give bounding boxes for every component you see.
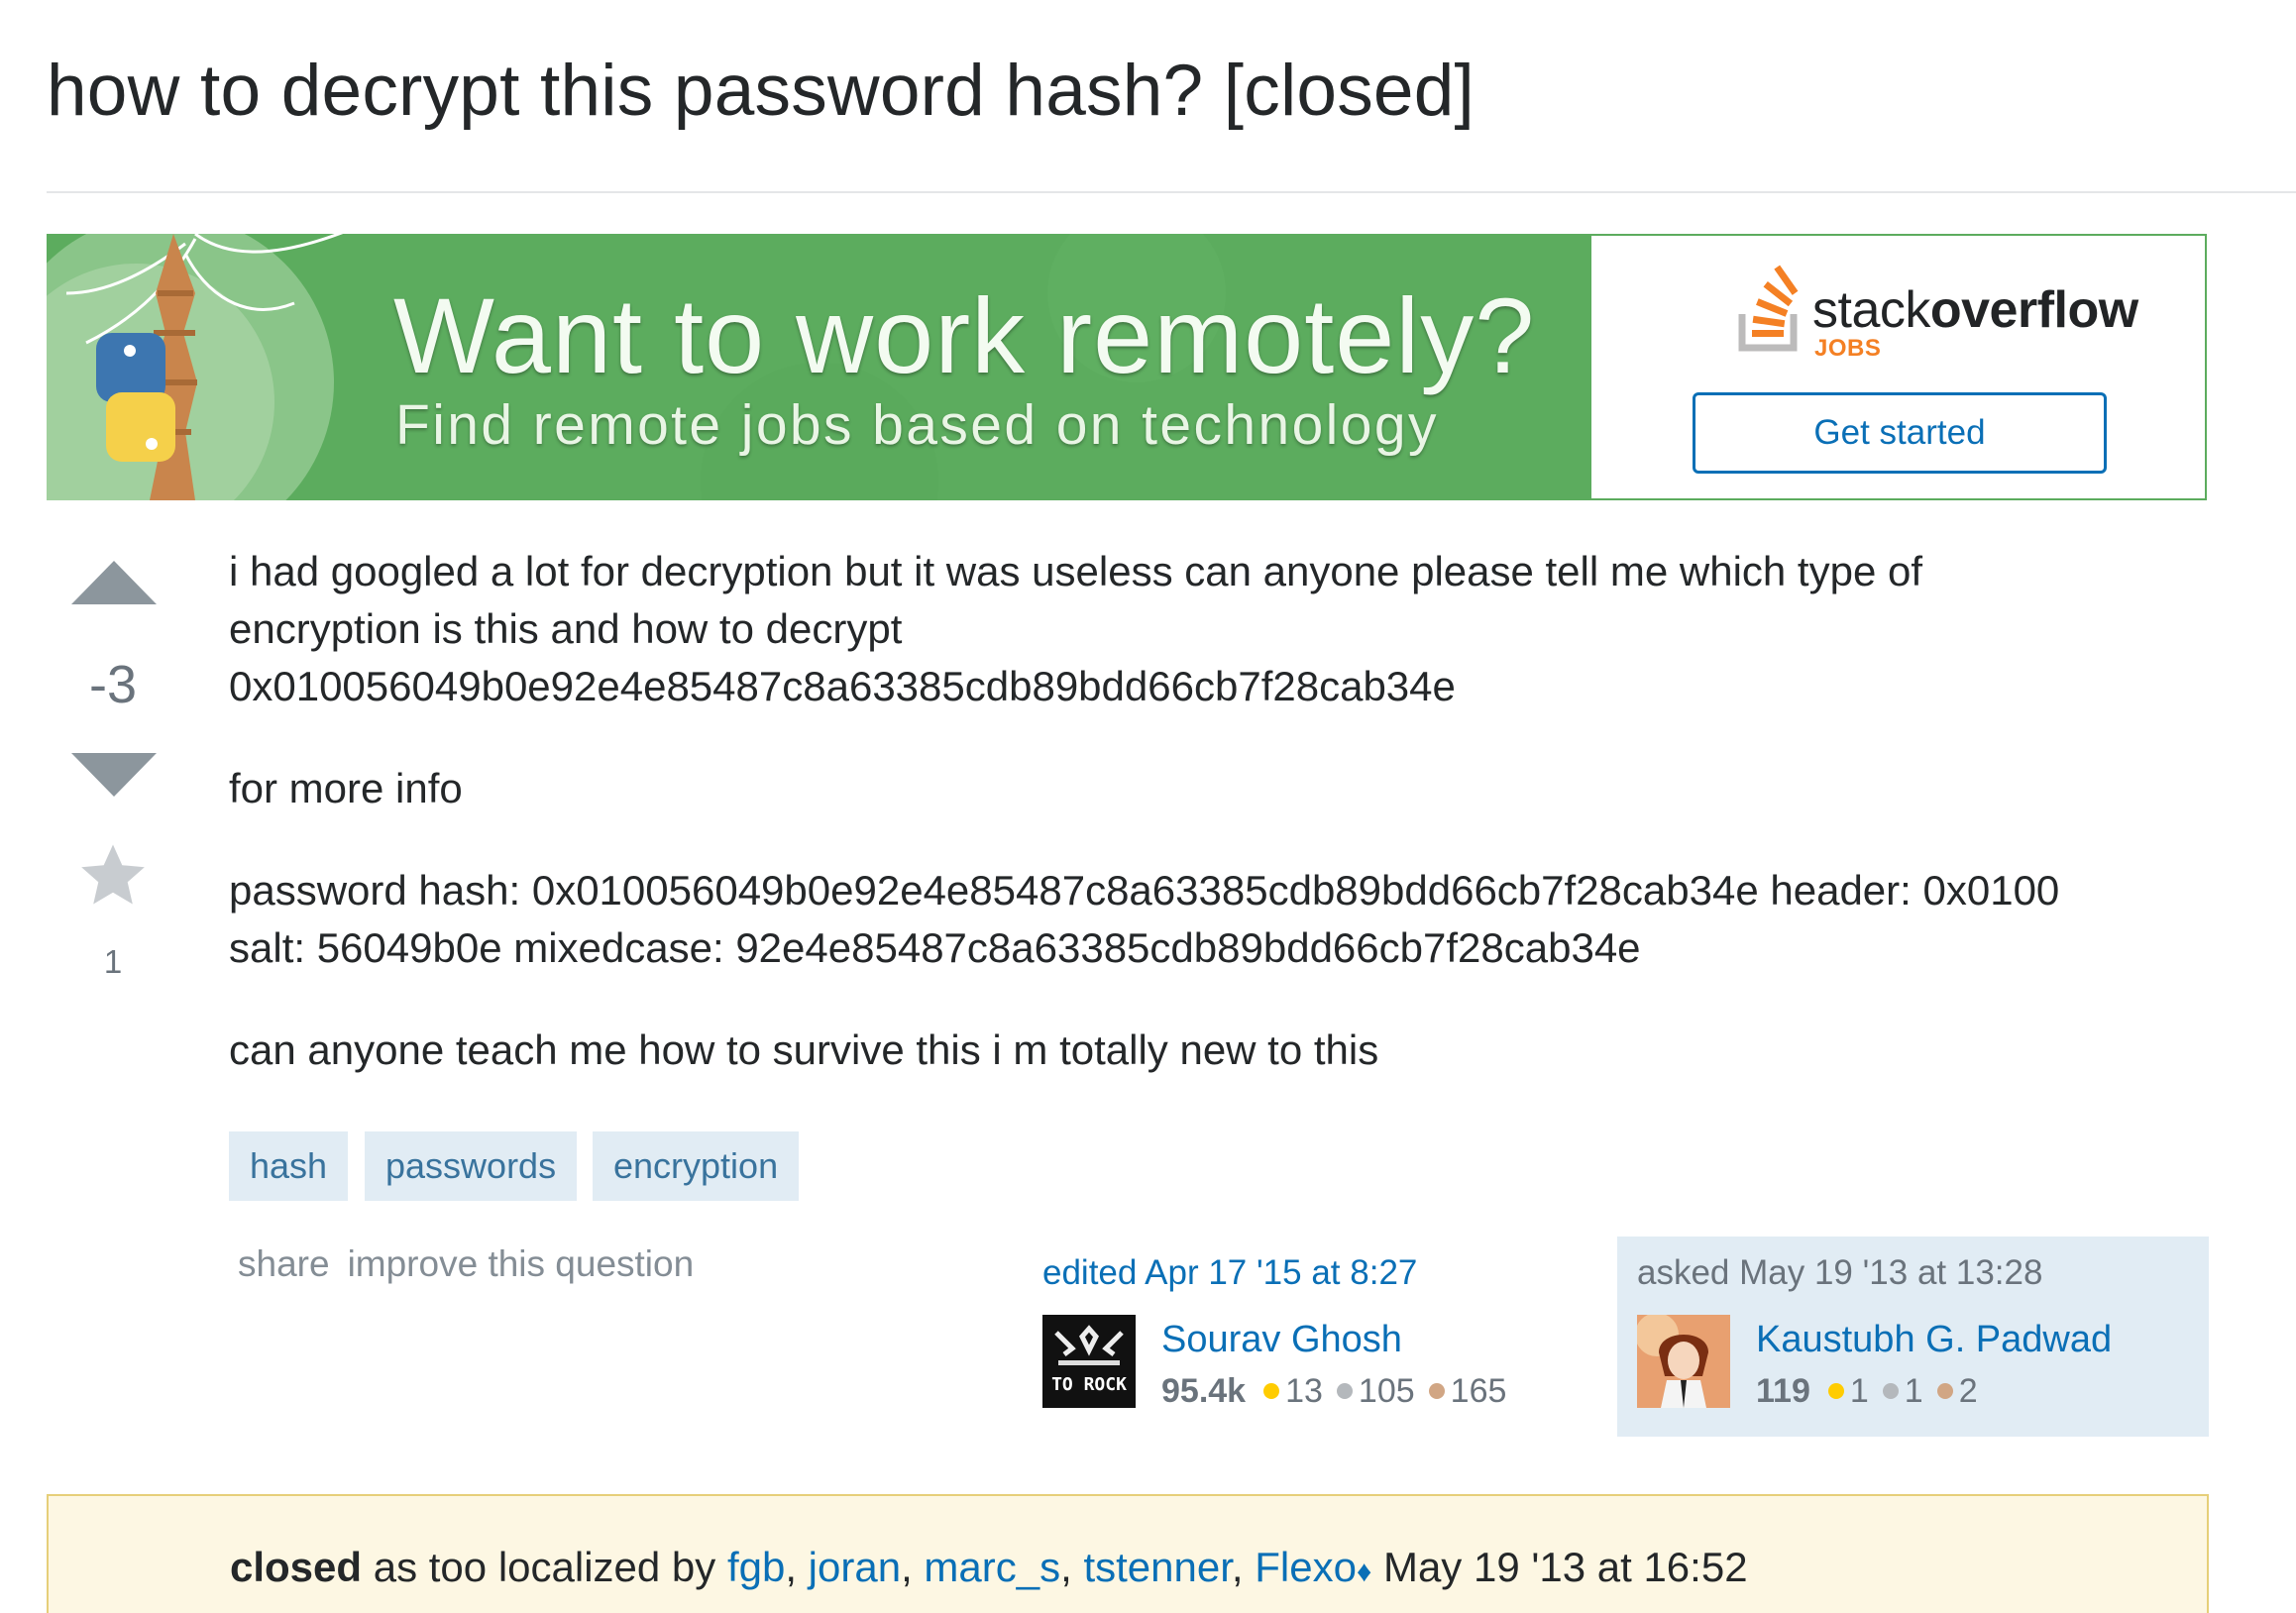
closer-link[interactable]: tstenner (1083, 1544, 1231, 1590)
body-paragraph: i had googled a lot for decryption but i… (229, 543, 2211, 715)
reputation-score: 119 (1756, 1372, 1810, 1410)
moderator-diamond-icon: ♦ (1356, 1556, 1372, 1588)
downvote-arrow-icon[interactable] (71, 753, 157, 797)
gold-badge-count: 1 (1849, 1372, 1869, 1410)
closed-notice-text: closed as too localized by fgb, joran, m… (230, 1544, 1748, 1590)
tag-hash[interactable]: hash (229, 1131, 349, 1201)
gold-badge-icon (1827, 1383, 1844, 1400)
asker-name-link[interactable]: Kaustubh G. Padwad (1756, 1319, 2112, 1361)
silver-badge-icon (1336, 1383, 1353, 1400)
body-paragraph: can anyone teach me how to survive this … (229, 1026, 1379, 1073)
job-ad-banner[interactable]: Want to work remotely? Find remote jobs … (47, 234, 2209, 500)
svg-text:TO ROCK: TO ROCK (1051, 1374, 1127, 1395)
title-divider (47, 191, 2296, 193)
gold-badge-icon (1263, 1383, 1280, 1400)
closer-link[interactable]: marc_s (924, 1544, 1060, 1590)
ad-subline: Find remote jobs based on technology (395, 393, 1439, 457)
asker-reputation: 119 1 1 2 (1756, 1372, 1992, 1411)
editor-reputation: 95.4k 13 105 165 (1161, 1372, 1520, 1411)
post-menu: share improve this question (238, 1243, 711, 1285)
logo-jobs-label: JOBS (1814, 335, 1882, 362)
question-title[interactable]: how to decrypt this password hash? [clos… (47, 50, 1475, 132)
closed-reason: as too localized by (362, 1544, 727, 1590)
share-link[interactable]: share (238, 1243, 330, 1284)
favorite-count: 1 (103, 943, 123, 980)
ad-artwork-panel[interactable]: Want to work remotely? Find remote jobs … (47, 234, 1591, 500)
bronze-badge-count: 165 (1450, 1372, 1507, 1410)
asker-signature: asked May 19 '13 at 13:28 Kaustubh G. Pa… (1617, 1237, 2209, 1437)
closed-notice: closed as too localized by fgb, joran, m… (47, 1494, 2209, 1613)
upvote-arrow-icon[interactable] (71, 561, 157, 604)
silver-badge-count: 1 (1904, 1372, 1923, 1410)
body-line: encryption is this and how to decrypt (229, 605, 903, 652)
silver-badge-count: 105 (1358, 1372, 1415, 1410)
bronze-badge-icon (1428, 1383, 1445, 1400)
ad-logo-panel[interactable]: stackoverflow JOBS Get started (1591, 234, 2207, 500)
to-rock-avatar-icon[interactable]: TO ROCK (1042, 1315, 1136, 1408)
body-line: 0x010056049b0e92e4e85487c8a63385cdb89bdd… (229, 663, 1456, 709)
editor-signature: edited Apr 17 '15 at 8:27 TO ROCK Sourav… (1042, 1253, 1578, 1412)
vote-count: -3 (88, 655, 137, 714)
question-body: i had googled a lot for decryption but i… (229, 543, 2211, 1124)
body-paragraph: password hash: 0x010056049b0e92e4e85487c… (229, 862, 2211, 977)
improve-question-link[interactable]: improve this question (348, 1243, 695, 1284)
body-paragraph: for more info (229, 765, 463, 811)
tag-passwords[interactable]: passwords (365, 1131, 578, 1201)
favorite-star-icon[interactable] (75, 840, 151, 912)
tag-encryption[interactable]: encryption (593, 1131, 800, 1201)
closer-link[interactable]: Flexo (1255, 1544, 1357, 1590)
body-line: i had googled a lot for decryption but i… (229, 548, 1923, 594)
anime-avatar-icon[interactable] (1637, 1315, 1730, 1408)
bronze-badge-count: 2 (1958, 1372, 1978, 1410)
closer-link[interactable]: joran (809, 1544, 901, 1590)
stackoverflow-stack-icon (1738, 265, 1799, 352)
silver-badge-icon (1882, 1383, 1899, 1400)
logo-word-light: stack (1812, 281, 1930, 339)
bronze-badge-icon (1936, 1383, 1953, 1400)
ad-headline: Want to work remotely? (393, 275, 1536, 395)
body-line: salt: 56049b0e mixedcase: 92e4e85487c8a6… (229, 924, 1641, 971)
reputation-score: 95.4k (1161, 1372, 1247, 1410)
asked-time: asked May 19 '13 at 13:28 (1637, 1253, 2043, 1292)
closer-link[interactable]: fgb (727, 1544, 785, 1590)
get-started-button[interactable]: Get started (1693, 392, 2107, 474)
body-line: password hash: 0x010056049b0e92e4e85487c… (229, 867, 2060, 914)
editor-name-link[interactable]: Sourav Ghosh (1161, 1319, 1402, 1361)
logo-wordmark: stackoverflow (1812, 280, 2138, 340)
edited-time-link[interactable]: edited Apr 17 '15 at 8:27 (1042, 1253, 1417, 1293)
closed-time: May 19 '13 at 16:52 (1382, 1544, 1748, 1590)
logo-word-bold: overflow (1929, 281, 2138, 339)
closed-status: closed (230, 1544, 363, 1590)
gold-badge-count: 13 (1285, 1372, 1323, 1410)
